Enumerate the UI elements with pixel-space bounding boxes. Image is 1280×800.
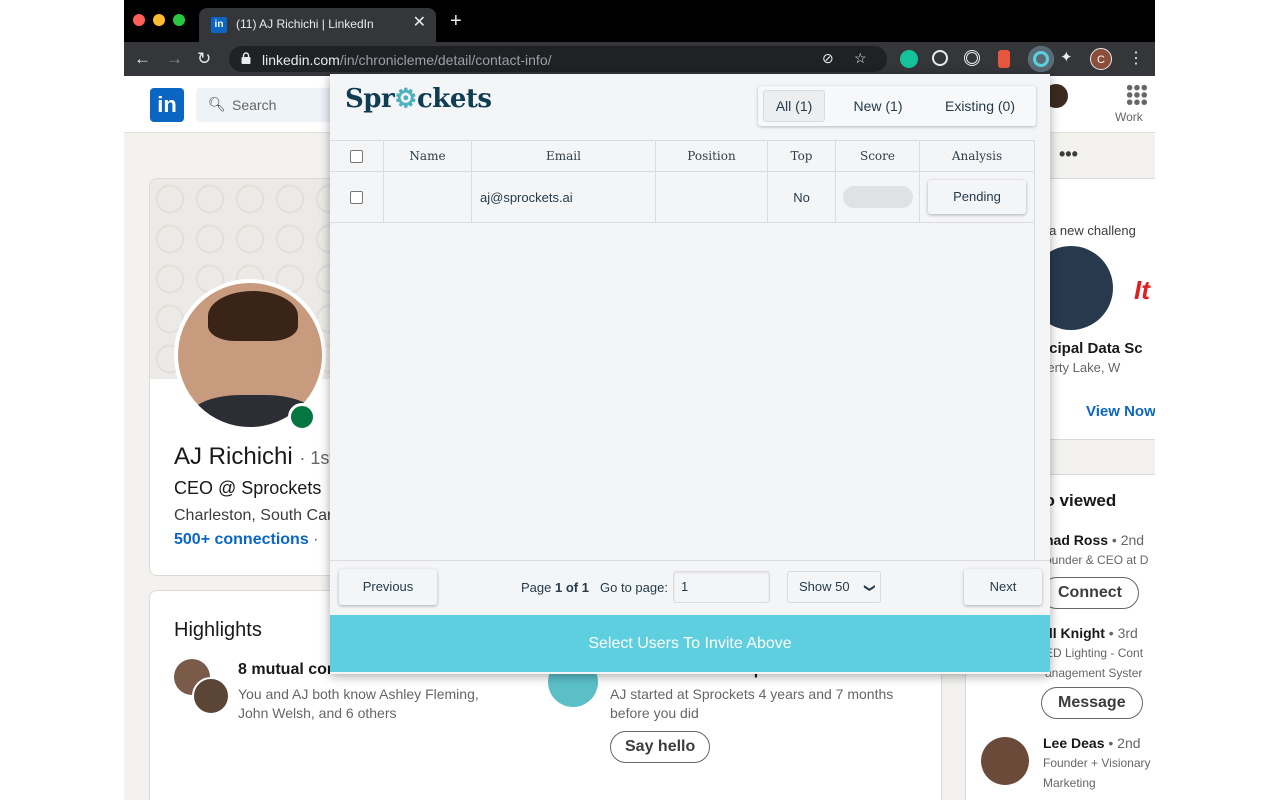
- back-arrow-icon[interactable]: ←: [134, 49, 151, 69]
- grammarly-icon[interactable]: [900, 50, 918, 68]
- select-all-cell: [330, 141, 384, 171]
- linkedin-logo[interactable]: in: [150, 88, 184, 122]
- target-icon[interactable]: [964, 50, 980, 66]
- more-options-icon[interactable]: •••: [1059, 144, 1078, 165]
- message-button[interactable]: Message: [1041, 687, 1143, 719]
- view-now-button[interactable]: View Now: [1086, 403, 1155, 420]
- address-bar[interactable]: linkedin.com/in/chronicleme/detail/conta…: [229, 46, 887, 72]
- column-header-position[interactable]: Position: [656, 141, 768, 171]
- reload-icon[interactable]: ↻: [197, 49, 211, 69]
- column-header-email[interactable]: Email: [472, 141, 656, 171]
- candidates-table: Name Email Position Top Score Analysis a…: [330, 140, 1035, 630]
- url-text: linkedin.com/in/chronicleme/detail/conta…: [262, 52, 552, 68]
- pagination-bar: Previous Page 1 of 1 Go to page: 1 Show …: [330, 560, 1050, 614]
- tab-all[interactable]: All (1): [763, 90, 825, 122]
- column-header-analysis[interactable]: Analysis: [920, 141, 1034, 171]
- maximize-window-button[interactable]: [173, 14, 185, 26]
- column-header-score[interactable]: Score: [836, 141, 920, 171]
- ad-logo: It: [1134, 275, 1150, 305]
- page-indicator: Page 1 of 1: [521, 580, 589, 595]
- work-label[interactable]: Work: [1115, 110, 1143, 124]
- person-name[interactable]: ill Knight • 3rd: [1045, 625, 1138, 641]
- search-placeholder: Search: [232, 97, 277, 113]
- previous-button[interactable]: Previous: [339, 569, 437, 605]
- puzzle-icon[interactable]: ✦: [1060, 48, 1078, 66]
- photo-hair: [208, 291, 298, 341]
- eye-off-icon[interactable]: ⊘: [822, 50, 834, 67]
- cell-top: No: [768, 172, 836, 222]
- tab-strip: in (11) AJ Richichi | LinkedIn ✕ +: [124, 0, 1155, 42]
- person-headline: Marketing: [1043, 776, 1096, 790]
- sprockets-logo: Spr⚙ckets: [345, 84, 492, 114]
- chevron-down-icon: ❯: [863, 583, 876, 593]
- connect-button[interactable]: Connect: [1041, 577, 1139, 609]
- select-all-checkbox[interactable]: [350, 149, 363, 163]
- tab-existing[interactable]: Existing (0): [930, 90, 1030, 122]
- filter-tabs: All (1) New (1) Existing (0): [758, 86, 1036, 126]
- column-header-top[interactable]: Top: [768, 141, 836, 171]
- cell-email: aj@sprockets.ai: [472, 172, 656, 222]
- forward-arrow-icon[interactable]: →: [166, 49, 183, 69]
- screen: in (11) AJ Richichi | LinkedIn ✕ + ← → ↻…: [0, 0, 1280, 800]
- tab-new[interactable]: New (1): [837, 90, 919, 122]
- highlights-title: Highlights: [174, 619, 262, 641]
- connections-link[interactable]: 500+ connections ·: [174, 531, 319, 549]
- score-bar: [842, 186, 913, 208]
- page-size-select[interactable]: Show 50 ❯: [787, 571, 881, 603]
- sprockets-panel: Spr⚙ckets All (1) New (1) Existing (0) N…: [330, 74, 1050, 674]
- shared-company-desc: AJ started at Sprockets 4 years and 7 mo…: [610, 686, 894, 721]
- profile-headline: CEO @ Sprockets: [174, 478, 322, 498]
- next-button[interactable]: Next: [964, 569, 1042, 605]
- say-hello-button[interactable]: Say hello: [610, 731, 711, 763]
- row-select-cell: [330, 172, 384, 222]
- browser-tab[interactable]: in (11) AJ Richichi | LinkedIn ✕: [199, 8, 436, 42]
- linkedin-favicon-icon: in: [211, 17, 227, 33]
- person-avatar[interactable]: [981, 737, 1029, 785]
- goto-page-input[interactable]: 1: [673, 571, 770, 603]
- person-headline: Founder + Visionary: [1043, 756, 1151, 770]
- invite-users-button[interactable]: Select Users To Invite Above: [330, 615, 1050, 672]
- close-tab-icon[interactable]: ✕: [413, 14, 426, 32]
- table-row: aj@sprockets.ai No Pending: [330, 172, 1034, 223]
- pending-button[interactable]: Pending: [928, 180, 1026, 214]
- mutual-connections-desc: You and AJ both know Ashley Fleming, Joh…: [238, 686, 479, 721]
- cell-name: [384, 172, 472, 222]
- browser-toolbar: ← → ↻ linkedin.com/in/chronicleme/detail…: [124, 42, 1155, 76]
- person-headline: anagement Syster: [1045, 666, 1143, 680]
- online-status-icon: [288, 403, 316, 431]
- close-window-button[interactable]: [133, 14, 145, 26]
- person-headline: ED Lighting - Cont: [1045, 646, 1144, 660]
- cell-score: [836, 172, 920, 222]
- orange-extension-icon[interactable]: [998, 50, 1010, 68]
- gear-icon: ⚙: [394, 84, 417, 114]
- row-checkbox[interactable]: [350, 190, 363, 204]
- person-name[interactable]: had Ross • 2nd: [1045, 532, 1144, 548]
- react-icon[interactable]: [932, 50, 948, 66]
- minimize-window-button[interactable]: [153, 14, 165, 26]
- profile-name: AJ Richichi · 1st: [174, 443, 335, 470]
- new-tab-icon[interactable]: +: [450, 10, 462, 33]
- lock-icon: [241, 52, 251, 64]
- search-icon: 🔍︎: [208, 96, 226, 112]
- person-name[interactable]: Lee Deas • 2nd: [1043, 735, 1141, 751]
- person-headline: ounder & CEO at D: [1045, 553, 1149, 567]
- star-icon[interactable]: ☆: [854, 50, 867, 67]
- cell-position: [656, 172, 768, 222]
- sprockets-extension-icon[interactable]: [1028, 46, 1054, 72]
- goto-page-label: Go to page:: [600, 580, 668, 595]
- mutual-avatar: [192, 677, 230, 715]
- profile-avatar[interactable]: C: [1090, 48, 1112, 70]
- profile-location: Charleston, South Car: [174, 507, 333, 524]
- kebab-menu-icon[interactable]: ⋮: [1128, 48, 1144, 68]
- table-header: Name Email Position Top Score Analysis: [330, 141, 1034, 172]
- grid-icon[interactable]: [1126, 84, 1148, 106]
- column-header-name[interactable]: Name: [384, 141, 472, 171]
- cell-analysis: Pending: [920, 172, 1034, 222]
- tab-title: (11) AJ Richichi | LinkedIn: [236, 17, 374, 31]
- browser-window: in (11) AJ Richichi | LinkedIn ✕ + ← → ↻…: [124, 0, 1155, 800]
